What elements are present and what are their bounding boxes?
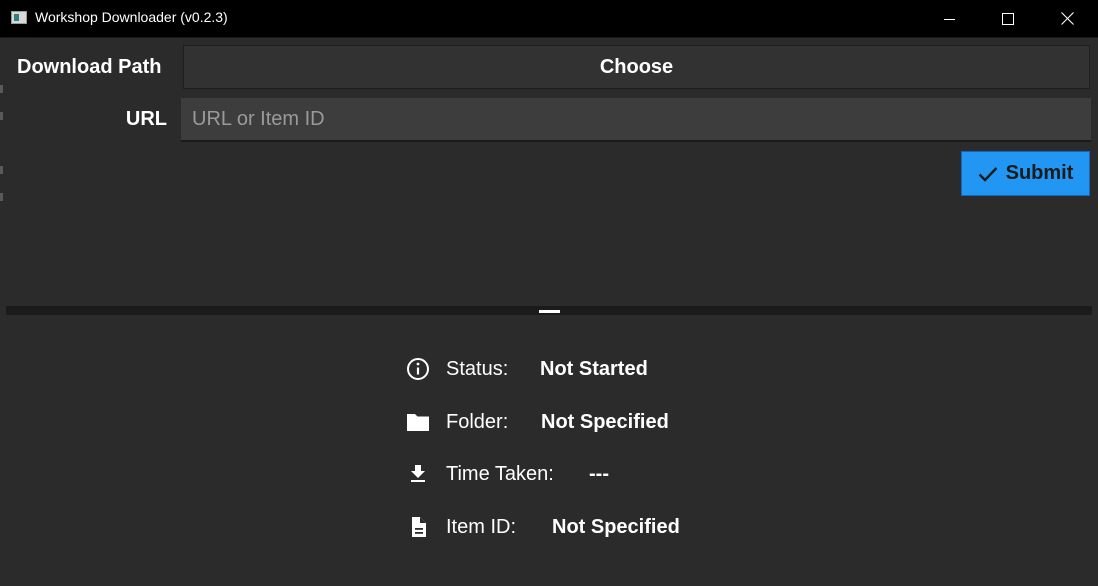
minimize-icon [944,18,955,20]
folder-label: Folder: [446,411,509,433]
edge-mark [0,85,3,93]
submit-button-label: Submit [1005,162,1074,184]
maximize-icon [1002,12,1014,25]
splitter-handle[interactable] [539,310,560,313]
close-button[interactable] [1038,0,1096,37]
time-taken-label: Time Taken: [446,463,554,485]
app-icon [11,11,27,24]
close-icon [1060,12,1074,25]
status-label: Status: [446,358,509,380]
document-icon [412,517,426,537]
item-id-label: Item ID: [446,516,517,538]
window-title: Workshop Downloader (v0.2.3) [35,9,228,25]
item-id-value: Not Specified [552,516,680,538]
status-value: Not Started [540,358,648,380]
url-input[interactable] [181,98,1091,142]
download-icon [411,465,425,482]
check-icon [978,166,997,182]
edge-mark [0,166,3,174]
edge-mark [0,112,3,120]
choose-button[interactable]: Choose [183,45,1090,89]
choose-button-label: Choose [599,55,674,78]
maximize-button[interactable] [979,0,1037,37]
minimize-button[interactable] [921,0,979,37]
time-taken-value: --- [589,463,609,485]
title-bar[interactable]: Workshop Downloader (v0.2.3) [0,0,1098,38]
info-icon [407,358,429,380]
app-window: Workshop Downloader (v0.2.3) Download Pa… [0,0,1098,586]
edge-mark [0,193,3,201]
url-label: URL [125,108,167,130]
folder-value: Not Specified [541,411,669,433]
folder-icon [407,414,429,431]
download-path-label: Download Path [17,56,162,78]
submit-button[interactable]: Submit [961,151,1090,196]
